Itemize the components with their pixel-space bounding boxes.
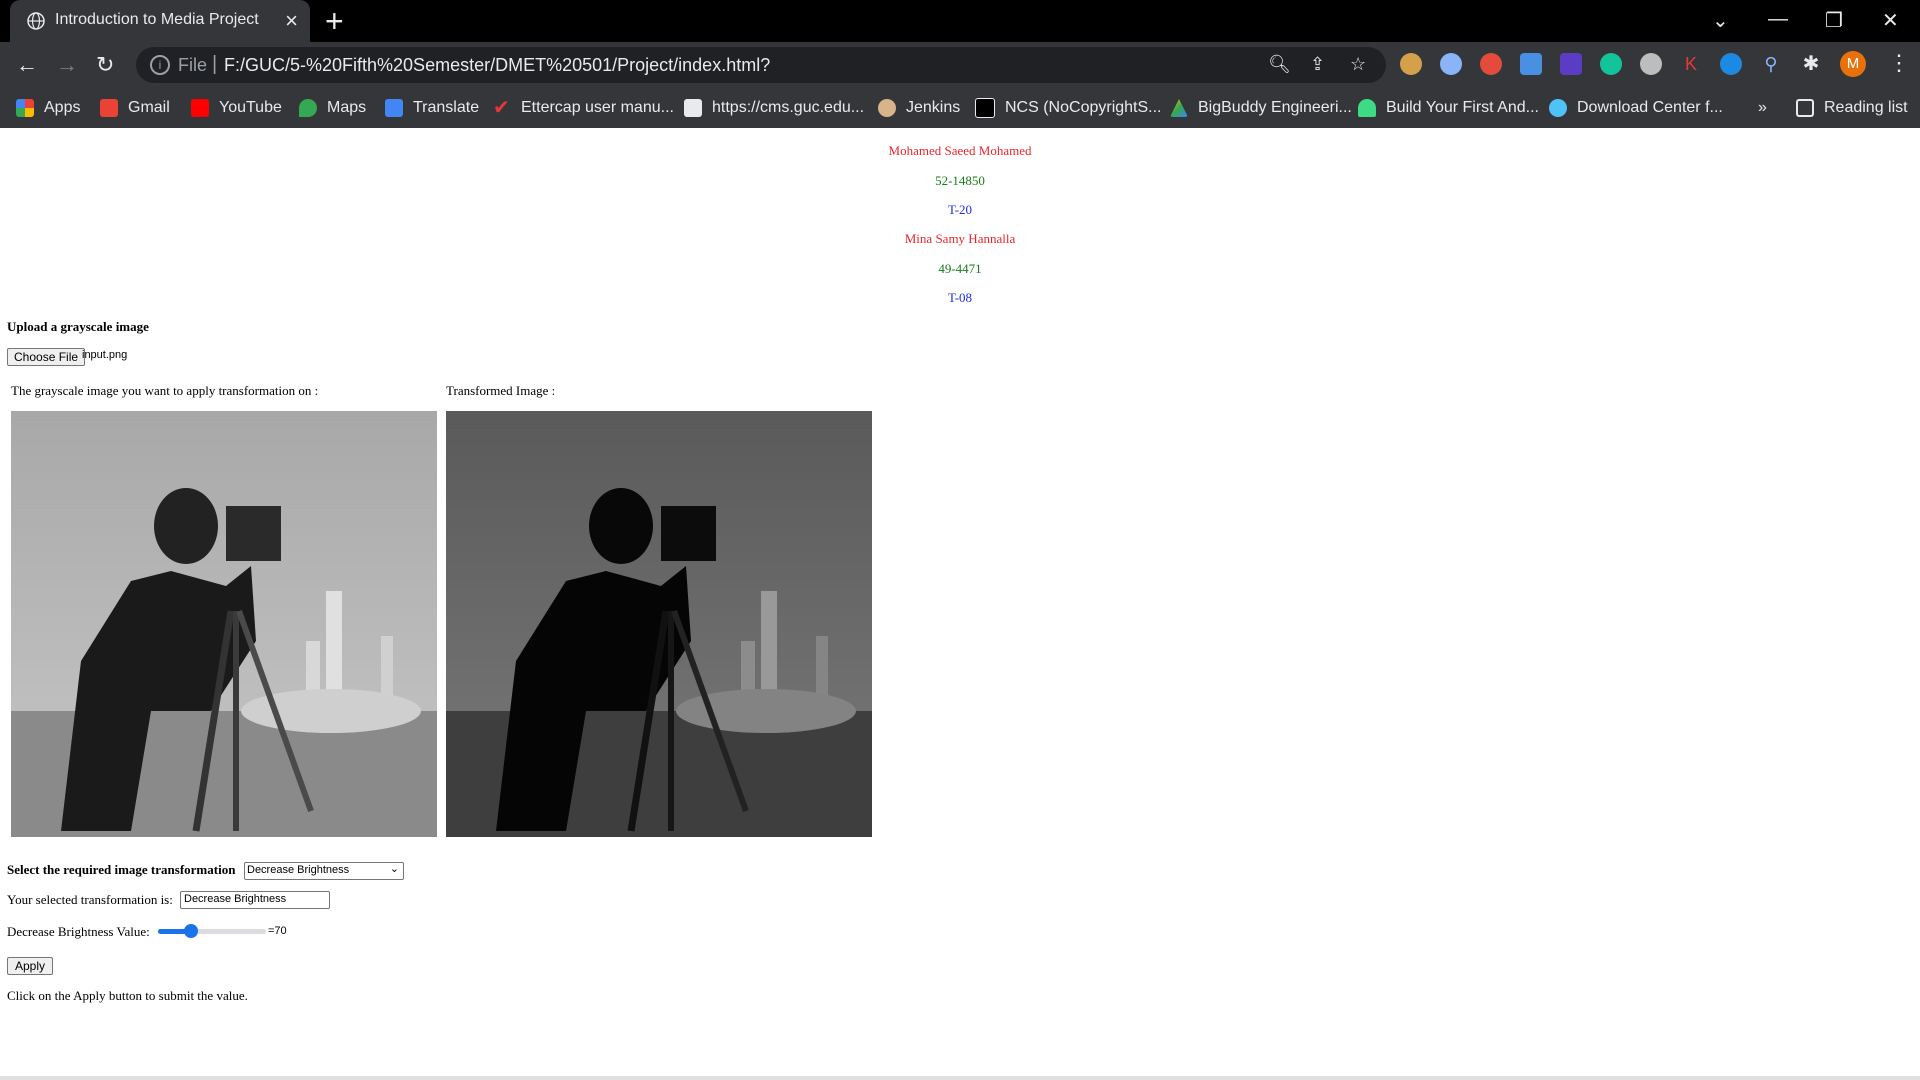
bookmarks-overflow-icon[interactable]: » bbox=[1758, 96, 1767, 120]
bookmark-jenkins[interactable]: Jenkins bbox=[878, 96, 960, 120]
url-separator: | bbox=[212, 53, 218, 75]
chevron-down-icon: ⌄ bbox=[389, 863, 399, 875]
close-window-icon[interactable]: ✕ bbox=[1882, 8, 1899, 33]
bookmark-maps[interactable]: Maps bbox=[299, 96, 366, 120]
extension-play-icon[interactable] bbox=[1720, 53, 1742, 75]
upload-heading: Upload a grayscale image bbox=[7, 319, 149, 334]
apply-button[interactable]: Apply bbox=[7, 957, 54, 975]
android-icon bbox=[1358, 99, 1376, 117]
apps-icon bbox=[16, 99, 34, 117]
info-icon[interactable]: i bbox=[150, 55, 170, 75]
bookmark-apps[interactable]: Apps bbox=[16, 96, 80, 120]
bookmark-ncs[interactable]: NCS (NoCopyrightS... bbox=[975, 96, 1162, 120]
extension-key-icon[interactable]: ⚲ bbox=[1760, 53, 1782, 75]
globe-icon bbox=[27, 12, 45, 30]
reading-list-button[interactable]: Reading list bbox=[1796, 96, 1908, 120]
gmail-icon bbox=[100, 99, 118, 117]
tab-close-icon[interactable]: × bbox=[285, 8, 298, 34]
slider-thumb[interactable] bbox=[183, 924, 198, 938]
extension-gray-icon[interactable] bbox=[1640, 53, 1662, 75]
tab-active[interactable]: Introduction to Media Project × bbox=[10, 0, 310, 42]
transformed-image bbox=[446, 411, 872, 837]
tab-title: Introduction to Media Project bbox=[55, 11, 259, 28]
url-scheme: File bbox=[178, 55, 208, 75]
address-bar[interactable]: i File | F:/GUC/5-%20Fifth%20Semester/DM… bbox=[136, 47, 1386, 83]
profile-avatar[interactable]: M bbox=[1840, 51, 1866, 77]
extension-search-icon[interactable] bbox=[1440, 53, 1462, 75]
student-1-name: Mohamed Saeed Mohamed bbox=[888, 143, 1032, 158]
download-center-icon bbox=[1549, 99, 1567, 117]
maps-icon bbox=[299, 99, 317, 117]
drive-icon bbox=[1170, 99, 1188, 117]
apply-hint: Click on the Apply button to submit the … bbox=[7, 988, 248, 1003]
student-1-id: 52-14850 bbox=[935, 173, 985, 188]
forward-icon[interactable]: → bbox=[56, 52, 78, 78]
back-icon[interactable]: ← bbox=[16, 52, 38, 78]
tab-search-chevron-icon[interactable]: ⌄ bbox=[1712, 8, 1729, 33]
extension-k-icon[interactable]: K bbox=[1680, 53, 1702, 75]
transform-select-value: Decrease Brightness bbox=[247, 864, 350, 876]
bookmark-cms[interactable]: https://cms.guc.edu... bbox=[684, 96, 864, 120]
file-name: input.png bbox=[82, 349, 128, 361]
bookmark-ettercap[interactable]: ✔ Ettercap user manu... bbox=[493, 96, 674, 120]
bookmark-translate[interactable]: Translate bbox=[385, 96, 479, 120]
star-icon[interactable]: ☆ bbox=[1350, 54, 1366, 75]
window-bottom-edge bbox=[0, 1076, 1920, 1080]
checkmark-icon: ✔ bbox=[493, 97, 510, 119]
student-2-name: Mina Samy Hannalla bbox=[904, 231, 1016, 246]
original-image bbox=[11, 411, 437, 837]
share-icon[interactable]: ⇪ bbox=[1310, 54, 1325, 75]
brightness-value-readout: =70 bbox=[268, 925, 287, 937]
bookmark-gmail[interactable]: Gmail bbox=[100, 96, 170, 120]
zoom-icon[interactable]: 🔍︎ bbox=[1268, 54, 1291, 75]
bookmark-bigbuddy[interactable]: BigBuddy Engineeri... bbox=[1170, 96, 1352, 120]
transformed-image-label: Transformed Image : bbox=[446, 383, 556, 398]
brightness-slider[interactable] bbox=[158, 923, 266, 939]
extension-grammarly-icon[interactable] bbox=[1600, 53, 1622, 75]
selected-transform-field[interactable]: Decrease Brightness bbox=[180, 891, 330, 909]
url-text[interactable]: F:/GUC/5-%20Fifth%20Semester/DMET%20501/… bbox=[224, 55, 770, 76]
bookmark-android[interactable]: Build Your First And... bbox=[1358, 96, 1539, 120]
reload-icon[interactable]: ↻ bbox=[96, 52, 114, 78]
extension-screen-icon[interactable] bbox=[1520, 53, 1542, 75]
bookmark-download-center[interactable]: Download Center f... bbox=[1549, 96, 1723, 120]
student-1-tutorial: T-20 bbox=[947, 202, 973, 217]
extension-purple-icon[interactable] bbox=[1560, 53, 1582, 75]
transform-select-label: Select the required image transformation bbox=[7, 862, 236, 877]
extensions-puzzle-icon[interactable]: ✱ bbox=[1800, 53, 1822, 75]
choose-file-button[interactable]: Choose File bbox=[7, 348, 86, 366]
translate-icon bbox=[385, 99, 403, 117]
transform-select[interactable]: Decrease Brightness ⌄ bbox=[244, 862, 404, 880]
jenkins-icon bbox=[878, 99, 896, 117]
extension-cookie-icon[interactable] bbox=[1400, 53, 1422, 75]
page-content: Mohamed Saeed Mohamed 52-14850 T-20 Mina… bbox=[0, 128, 1920, 1080]
student-2-id: 49-4471 bbox=[938, 261, 982, 276]
original-image-label: The grayscale image you want to apply tr… bbox=[11, 383, 319, 398]
selected-transform-label: Your selected transformation is: bbox=[7, 892, 173, 907]
extension-red-icon[interactable] bbox=[1480, 53, 1502, 75]
reading-list-icon bbox=[1796, 99, 1814, 117]
brightness-slider-label: Decrease Brightness Value: bbox=[7, 924, 150, 939]
bookmarks-bar: Apps Gmail YouTube Maps Translate ✔ Etter… bbox=[0, 88, 1920, 128]
ncs-icon bbox=[975, 98, 995, 118]
restore-icon[interactable]: ❐ bbox=[1825, 8, 1843, 33]
new-tab-icon[interactable]: + bbox=[325, 3, 344, 40]
toolbar: ← → ↻ i File | F:/GUC/5-%20Fifth%20Semes… bbox=[0, 42, 1920, 88]
minimize-icon[interactable]: — bbox=[1768, 8, 1788, 31]
menu-icon[interactable]: ⋮ bbox=[1888, 50, 1910, 76]
youtube-icon bbox=[191, 99, 209, 117]
bookmark-youtube[interactable]: YouTube bbox=[191, 96, 282, 120]
student-2-tutorial: T-08 bbox=[947, 290, 973, 305]
page-icon bbox=[684, 99, 702, 117]
tab-bar: Introduction to Media Project × + ⌄ — ❐ … bbox=[0, 0, 1920, 42]
